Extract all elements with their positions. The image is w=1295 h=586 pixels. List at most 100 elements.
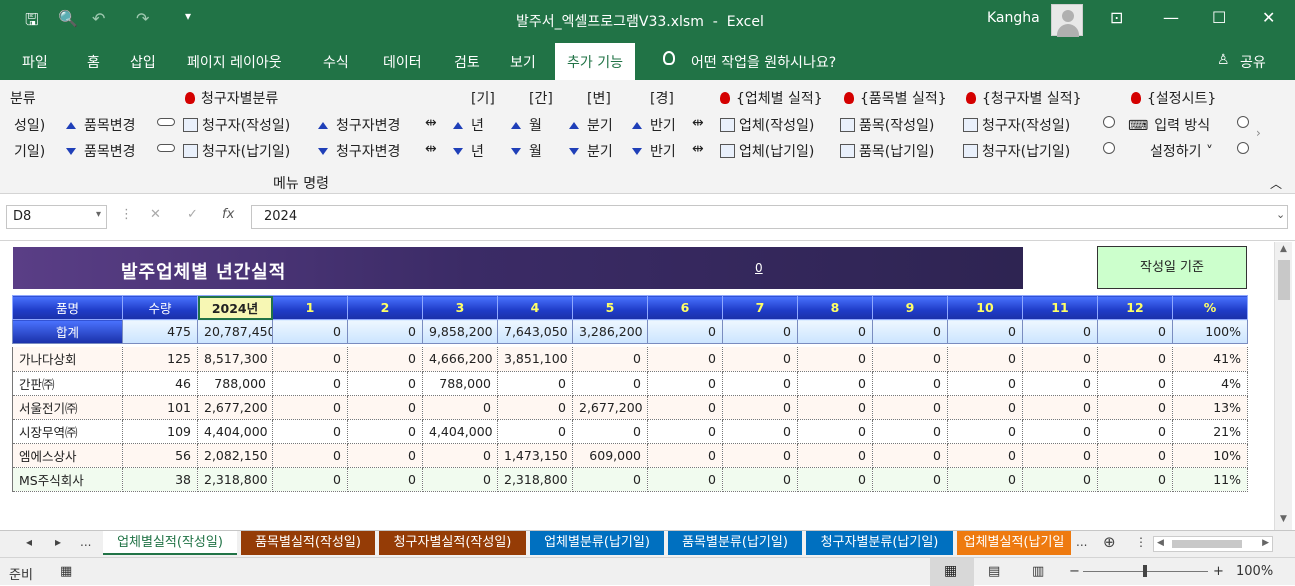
resize-icon[interactable]: ⇹ bbox=[692, 115, 704, 131]
table-cell[interactable]: 13% bbox=[1172, 395, 1248, 420]
table-cell[interactable]: 0 bbox=[797, 395, 873, 420]
vertical-scrollbar[interactable]: ▲ ▼ bbox=[1274, 242, 1292, 530]
month-up-button[interactable]: 월 bbox=[511, 115, 542, 135]
client-change-up-button[interactable]: 청구자변경 bbox=[318, 115, 400, 135]
table-cell[interactable]: 2,677,200 bbox=[572, 395, 648, 420]
table-cell[interactable]: 0 bbox=[272, 467, 348, 492]
table-cell[interactable]: 0 bbox=[722, 347, 798, 372]
insert-function-icon[interactable]: fx bbox=[222, 207, 234, 222]
table-cell[interactable]: 2,677,200 bbox=[197, 395, 273, 420]
half-down-button[interactable]: 반기 bbox=[632, 141, 676, 161]
table-cell[interactable]: 56 bbox=[122, 443, 198, 468]
table-cell[interactable]: 0 bbox=[272, 371, 348, 396]
table-cell[interactable]: 0 bbox=[572, 419, 648, 444]
table-cell[interactable]: 0 bbox=[722, 371, 798, 396]
formula-input[interactable]: 2024 bbox=[251, 205, 1288, 229]
table-cell[interactable]: 0 bbox=[272, 347, 348, 372]
worksheet[interactable]: 발주업체별 년간실적 0 작성일 기준 품명 수량 2024년 1 2 3 4 … bbox=[0, 242, 1272, 530]
table-cell[interactable]: 0 bbox=[1022, 443, 1098, 468]
table-cell[interactable]: 0 bbox=[722, 319, 798, 344]
sheet-tab[interactable]: 품목별분류(납기일) bbox=[668, 531, 802, 555]
table-cell[interactable]: 0 bbox=[347, 467, 423, 492]
year-down-button[interactable]: 년 bbox=[453, 141, 484, 161]
page-layout-view-icon[interactable]: ▤ bbox=[988, 564, 1000, 579]
settings-dropdown[interactable]: 설정하기 ˅ bbox=[1150, 141, 1213, 161]
table-cell[interactable]: 788,000 bbox=[422, 371, 498, 396]
table-cell[interactable]: 0 bbox=[947, 371, 1023, 396]
table-cell[interactable]: 0 bbox=[797, 419, 873, 444]
sheet-tab[interactable]: 청구자별실적(작성일) bbox=[379, 531, 526, 555]
table-cell[interactable]: 0 bbox=[647, 319, 723, 344]
table-cell[interactable]: 0 bbox=[872, 347, 948, 372]
sheet-tab[interactable]: 품목별실적(작성일) bbox=[241, 531, 375, 555]
scrollbar-thumb[interactable] bbox=[1172, 540, 1242, 548]
vendor-name-cell[interactable]: 엠에스상사 bbox=[12, 443, 123, 468]
table-cell[interactable]: 0 bbox=[572, 371, 648, 396]
tell-me-search[interactable]: 어떤 작업을 원하시나요? bbox=[691, 52, 836, 72]
table-cell[interactable]: 0 bbox=[947, 319, 1023, 344]
table-cell[interactable]: 0 bbox=[797, 347, 873, 372]
collapse-ribbon-icon[interactable]: ︿ bbox=[1270, 175, 1282, 192]
table-cell[interactable]: 0 bbox=[422, 443, 498, 468]
quarter-up-button[interactable]: 분기 bbox=[569, 115, 613, 135]
table-cell[interactable]: 0 bbox=[347, 419, 423, 444]
table-cell[interactable]: 0 bbox=[1097, 395, 1173, 420]
tab-view[interactable]: 보기 bbox=[510, 52, 536, 72]
table-cell[interactable]: 0 bbox=[722, 395, 798, 420]
table-cell[interactable]: 7,643,050 bbox=[497, 319, 573, 344]
table-cell[interactable]: 0 bbox=[272, 443, 348, 468]
client-class-button[interactable]: 청구자별분류 bbox=[185, 88, 278, 108]
vendor-performance-button[interactable]: {업체별 실적} bbox=[720, 88, 823, 108]
table-cell[interactable]: 11% bbox=[1172, 467, 1248, 492]
resize-icon[interactable]: ⇹ bbox=[425, 115, 437, 131]
table-cell[interactable]: 0 bbox=[872, 371, 948, 396]
chevron-right-icon[interactable]: › bbox=[1256, 126, 1261, 140]
tab-formulas[interactable]: 수식 bbox=[323, 52, 349, 72]
table-cell[interactable]: 0 bbox=[797, 467, 873, 492]
zoom-level[interactable]: 100% bbox=[1236, 564, 1273, 579]
more-tabs[interactable]: ... bbox=[80, 535, 91, 549]
table-cell[interactable]: 0 bbox=[722, 443, 798, 468]
table-cell[interactable]: 109 bbox=[122, 419, 198, 444]
table-cell[interactable]: 0 bbox=[947, 395, 1023, 420]
table-cell[interactable]: 0 bbox=[1022, 395, 1098, 420]
tab-home[interactable]: 홈 bbox=[87, 52, 100, 72]
table-cell[interactable]: 0 bbox=[722, 467, 798, 492]
table-cell[interactable]: 46 bbox=[122, 371, 198, 396]
table-cell[interactable]: 0 bbox=[1022, 371, 1098, 396]
product-performance-button[interactable]: {품목별 실적} bbox=[844, 88, 947, 108]
table-cell[interactable]: 0 bbox=[872, 467, 948, 492]
table-cell[interactable]: 0 bbox=[797, 371, 873, 396]
table-cell[interactable]: 0 bbox=[1022, 467, 1098, 492]
client-write-button[interactable]: 청구자(작성일) bbox=[183, 115, 290, 135]
normal-view-button[interactable]: ▦ bbox=[930, 558, 974, 586]
more-tabs[interactable]: ... bbox=[1076, 535, 1087, 549]
tab-data[interactable]: 데이터 bbox=[383, 52, 422, 72]
table-cell[interactable]: 0 bbox=[347, 371, 423, 396]
radio-input[interactable] bbox=[1237, 141, 1249, 157]
sheet-tab[interactable]: 업체별실적(납기일 bbox=[957, 531, 1071, 555]
table-cell[interactable]: 8,517,300 bbox=[197, 347, 273, 372]
vendor-name-cell[interactable]: MS주식회사 bbox=[12, 467, 123, 492]
zoom-in-button[interactable]: + bbox=[1213, 564, 1224, 579]
table-cell[interactable]: 0 bbox=[947, 467, 1023, 492]
user-name[interactable]: Kangha bbox=[987, 10, 1040, 26]
selected-cell[interactable]: 2024년 bbox=[197, 295, 273, 320]
table-cell[interactable]: 0 bbox=[647, 419, 723, 444]
table-cell[interactable]: 125 bbox=[122, 347, 198, 372]
scrollbar-thumb[interactable] bbox=[1278, 260, 1290, 300]
table-cell[interactable]: 0 bbox=[947, 443, 1023, 468]
macro-record-icon[interactable]: ▦ bbox=[60, 564, 72, 579]
table-cell[interactable]: 2,318,800 bbox=[497, 467, 573, 492]
table-cell[interactable]: 0 bbox=[1022, 419, 1098, 444]
table-cell[interactable]: 0 bbox=[647, 443, 723, 468]
table-cell[interactable]: 0 bbox=[647, 347, 723, 372]
table-cell[interactable]: 0 bbox=[647, 467, 723, 492]
print-preview-icon[interactable]: 🔍 bbox=[58, 9, 78, 28]
table-cell[interactable]: 0 bbox=[347, 443, 423, 468]
table-cell[interactable]: 0 bbox=[422, 467, 498, 492]
table-cell[interactable]: 101 bbox=[122, 395, 198, 420]
scroll-tabs-left-icon[interactable]: ◂ bbox=[26, 535, 32, 549]
table-cell[interactable]: 3,286,200 bbox=[572, 319, 648, 344]
table-cell[interactable]: 0 bbox=[872, 319, 948, 344]
